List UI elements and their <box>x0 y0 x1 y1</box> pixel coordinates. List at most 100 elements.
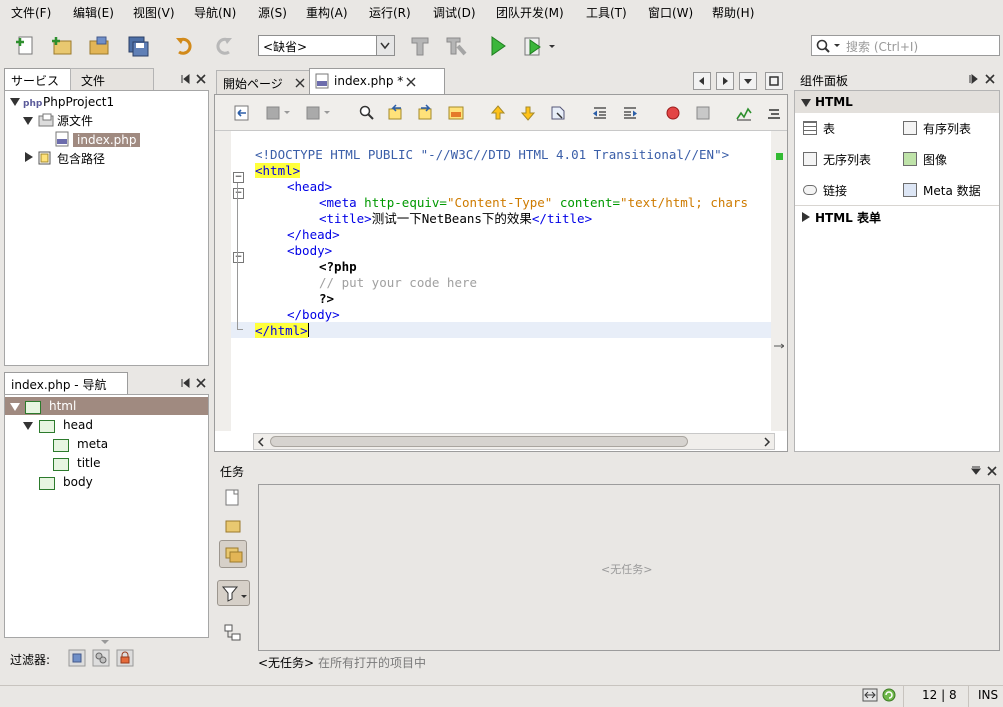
close-icon[interactable] <box>195 73 207 85</box>
update-icon[interactable] <box>881 687 897 703</box>
fold-toggle-icon[interactable]: − <box>233 172 244 183</box>
menu-tools[interactable]: 工具(T) <box>586 4 627 21</box>
close-icon[interactable] <box>295 78 305 88</box>
next-bookmark-icon[interactable] <box>519 104 537 122</box>
search-input[interactable]: 搜索 (Ctrl+I) <box>811 35 1000 56</box>
expand-icon[interactable] <box>10 403 20 411</box>
menu-edit[interactable]: 编辑(E) <box>73 4 114 21</box>
horizontal-scrollbar[interactable] <box>253 433 775 450</box>
save-all-icon[interactable] <box>126 34 150 58</box>
nav-item-meta[interactable]: meta <box>77 435 108 453</box>
nav-item-html[interactable]: html <box>49 397 76 415</box>
undo-icon[interactable] <box>173 34 197 58</box>
menu-help[interactable]: 帮助(H) <box>712 4 754 21</box>
open-project-icon[interactable] <box>88 34 112 58</box>
collapse-icon[interactable] <box>802 212 810 222</box>
expand-icon[interactable] <box>23 422 33 430</box>
filter-inherited-icon[interactable] <box>92 649 110 667</box>
close-icon[interactable] <box>406 77 416 87</box>
palette-section-html[interactable]: HTML <box>795 91 999 113</box>
menu-debug[interactable]: 调试(D) <box>433 4 476 21</box>
filter-fields-icon[interactable] <box>68 649 86 667</box>
new-file-icon[interactable] <box>14 34 38 58</box>
back-icon[interactable] <box>265 104 293 122</box>
toggle-highlight-icon[interactable] <box>447 104 465 122</box>
menu-team[interactable]: 团队开发(M) <box>496 4 564 21</box>
new-project-icon[interactable] <box>50 34 74 58</box>
shift-left-icon[interactable] <box>591 104 609 122</box>
menu-view[interactable]: 视图(V) <box>133 4 175 21</box>
notifications-icon[interactable] <box>862 687 878 703</box>
stop-macro-icon[interactable] <box>694 104 712 122</box>
nav-item-title[interactable]: title <box>77 454 100 472</box>
palette-item-link[interactable]: 链接 <box>803 182 847 199</box>
resize-handle-icon[interactable] <box>100 639 110 645</box>
current-file-icon[interactable] <box>224 488 242 508</box>
tree-include-path[interactable]: 包含路径 <box>37 150 105 168</box>
scroll-tabs-right-icon[interactable] <box>716 72 734 90</box>
debug-icon[interactable] <box>522 34 556 58</box>
filter-dropdown[interactable] <box>217 580 250 606</box>
toggle-bookmark-icon[interactable] <box>549 104 567 122</box>
filter-private-icon[interactable] <box>116 649 134 667</box>
scroll-right-icon[interactable] <box>762 437 772 447</box>
group-by-category-icon[interactable] <box>224 624 242 642</box>
all-projects-toggle[interactable] <box>219 540 247 568</box>
scroll-tabs-left-icon[interactable] <box>693 72 711 90</box>
find-next-icon[interactable] <box>417 104 435 122</box>
minimize-icon[interactable] <box>968 73 980 85</box>
expand-icon[interactable] <box>801 99 811 107</box>
collapse-icon[interactable] <box>25 152 33 162</box>
minimize-icon[interactable] <box>970 465 982 477</box>
comment-icon[interactable] <box>735 104 753 122</box>
search-icon[interactable] <box>815 38 843 54</box>
tab-list-icon[interactable] <box>739 72 757 90</box>
current-project-icon[interactable] <box>224 516 242 536</box>
scroll-left-icon[interactable] <box>256 437 266 447</box>
forward-icon[interactable] <box>305 104 333 122</box>
nav-item-body[interactable]: body <box>63 473 93 491</box>
palette-item-meta[interactable]: Meta 数据 <box>903 182 981 199</box>
error-stripe[interactable] <box>771 131 787 431</box>
fold-toggle-icon[interactable]: − <box>233 252 244 263</box>
expand-icon[interactable] <box>10 98 20 106</box>
fold-toggle-icon[interactable]: − <box>233 188 244 199</box>
tree-source-files[interactable]: 源文件 <box>37 112 93 130</box>
minimize-icon[interactable] <box>180 377 192 389</box>
menu-navigate[interactable]: 导航(N) <box>194 4 236 21</box>
menu-run[interactable]: 运行(R) <box>369 4 411 21</box>
uncomment-icon[interactable] <box>765 104 783 122</box>
close-icon[interactable] <box>984 73 996 85</box>
palette-item-unordered-list[interactable]: 无序列表 <box>803 151 871 168</box>
expand-icon[interactable] <box>23 117 33 125</box>
shift-right-icon[interactable] <box>621 104 639 122</box>
maximize-icon[interactable] <box>765 72 783 90</box>
menu-file[interactable]: 文件(F) <box>11 4 51 21</box>
palette-item-image[interactable]: 图像 <box>903 151 947 168</box>
build-icon[interactable] <box>408 34 432 58</box>
menu-source[interactable]: 源(S) <box>258 4 287 21</box>
tree-project[interactable]: phpPhpProject1 <box>23 93 114 111</box>
find-previous-icon[interactable] <box>387 104 405 122</box>
menu-refactor[interactable]: 重构(A) <box>306 4 348 21</box>
previous-bookmark-icon[interactable] <box>489 104 507 122</box>
run-icon[interactable] <box>486 34 510 58</box>
chevron-down-icon[interactable] <box>376 36 394 55</box>
clean-build-icon[interactable] <box>444 34 468 58</box>
start-macro-icon[interactable] <box>664 104 682 122</box>
last-edit-icon[interactable] <box>233 104 251 122</box>
palette-item-table[interactable]: 表 <box>803 120 835 137</box>
minimize-icon[interactable] <box>180 73 192 85</box>
find-icon[interactable] <box>358 104 376 122</box>
palette-section-form[interactable]: HTML 表单 <box>795 205 999 227</box>
menu-window[interactable]: 窗口(W) <box>648 4 693 21</box>
configuration-select[interactable]: <缺省> <box>258 35 395 56</box>
palette-item-ordered-list[interactable]: 有序列表 <box>903 120 971 137</box>
nav-item-head[interactable]: head <box>63 416 93 434</box>
close-icon[interactable] <box>986 465 998 477</box>
split-handle-icon[interactable] <box>774 343 784 349</box>
tree-index-php[interactable]: index.php <box>53 131 141 149</box>
scrollbar-thumb[interactable] <box>270 436 688 447</box>
code-area[interactable] <box>231 131 771 431</box>
close-icon[interactable] <box>195 377 207 389</box>
